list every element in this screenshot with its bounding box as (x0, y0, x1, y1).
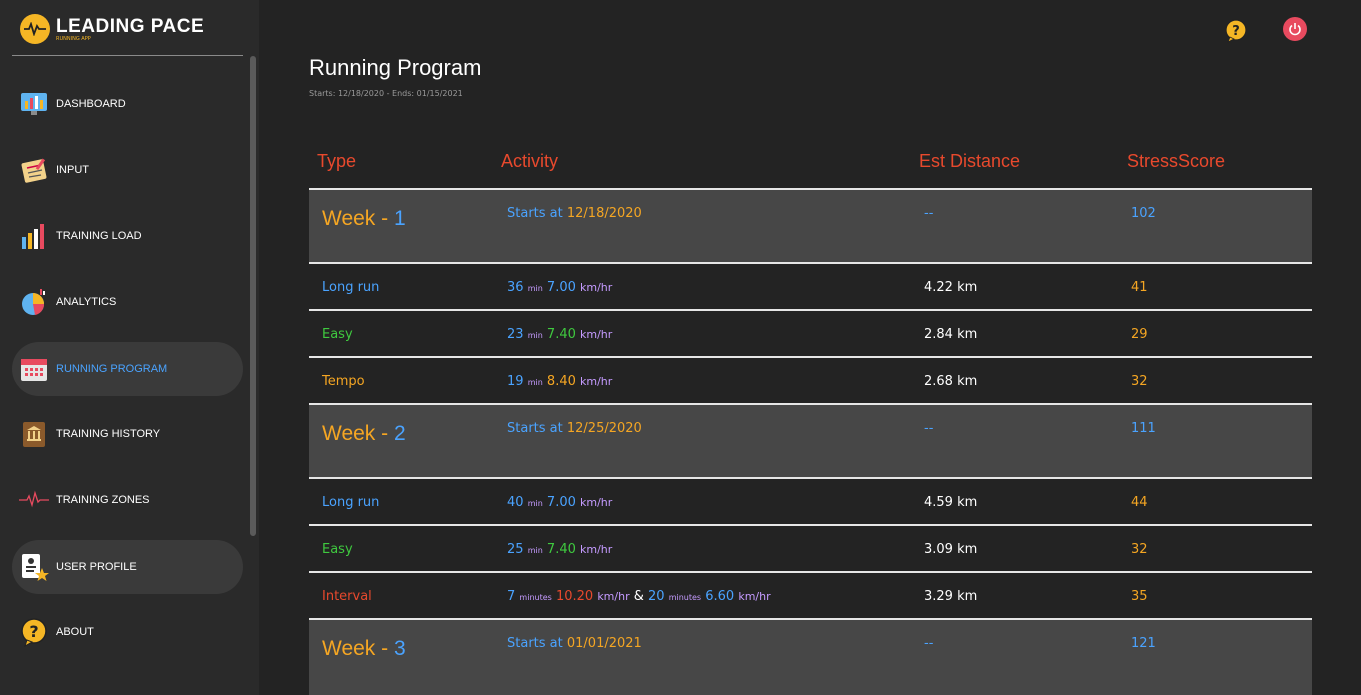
week-stress-score: 121 (1131, 636, 1156, 651)
user-profile-icon (19, 552, 49, 582)
week-distance: -- (924, 636, 934, 651)
week-row: Week - 1 Starts at 12/18/2020 -- 102 (309, 188, 1312, 262)
activity-detail: 7 minutes 10.20 km/hr & 20 minutes 6.60 … (507, 589, 771, 604)
svg-text:?: ? (29, 622, 38, 641)
activity-stress-score: 35 (1131, 589, 1148, 604)
nav-item-training-load[interactable]: TRAINING LOAD (12, 209, 243, 263)
week-title: Week - 3 (322, 637, 406, 660)
nav-label: TRAINING ZONES (56, 494, 150, 506)
nav-item-user-profile[interactable]: USER PROFILE (12, 540, 243, 594)
week-title: Week - 1 (322, 207, 406, 230)
heartbeat-logo-icon (20, 14, 50, 44)
heartbeat-icon (19, 485, 49, 515)
week-stress-score: 102 (1131, 206, 1156, 221)
activity-row: Long run 36 min 7.00 km/hr 4.22 km 41 (309, 262, 1312, 309)
svg-text:?: ? (1232, 24, 1240, 39)
activity-row: Long run 40 min 7.00 km/hr 4.59 km 44 (309, 477, 1312, 524)
page-subtitle: Starts: 12/18/2020 - Ends: 01/15/2021 (309, 89, 463, 98)
logo-divider (12, 55, 243, 56)
activity-detail: 19 min 8.40 km/hr (507, 374, 613, 389)
nav-item-about[interactable]: ? ABOUT (12, 605, 243, 659)
history-book-icon (19, 419, 49, 449)
activity-stress-score: 41 (1131, 280, 1148, 295)
activity-distance: 2.68 km (924, 374, 978, 389)
nav-item-analytics[interactable]: ANALYTICS (12, 275, 243, 329)
nav-label: ANALYTICS (56, 296, 117, 308)
week-distance: -- (924, 206, 934, 221)
column-header-est-distance: Est Distance (919, 151, 1021, 171)
help-icon[interactable]: ? (1224, 19, 1248, 43)
activity-type: Long run (322, 280, 380, 295)
activity-stress-score: 44 (1131, 495, 1148, 510)
nav-label: ABOUT (56, 626, 94, 638)
sidebar-scrollbar[interactable] (250, 56, 256, 536)
activity-row: Easy 25 min 7.40 km/hr 3.09 km 32 (309, 524, 1312, 571)
activity-stress-score: 32 (1131, 542, 1148, 557)
nav-item-input[interactable]: INPUT (12, 143, 243, 197)
activity-row: Easy 23 min 7.40 km/hr 2.84 km 29 (309, 309, 1312, 356)
activity-type: Tempo (322, 374, 365, 389)
app-logo[interactable]: LEADING PACE RUNNING APP (20, 14, 204, 44)
column-header-activity: Activity (501, 151, 559, 171)
page-title: Running Program (309, 55, 482, 80)
activity-stress-score: 29 (1131, 327, 1148, 342)
activity-distance: 4.22 km (924, 280, 978, 295)
dashboard-icon (19, 89, 49, 119)
pie-chart-icon (19, 287, 49, 317)
app-subtitle: RUNNING APP (56, 35, 91, 42)
activity-type: Interval (322, 589, 372, 604)
nav-label: DASHBOARD (56, 98, 126, 110)
activity-detail: 40 min 7.00 km/hr (507, 495, 613, 510)
activity-distance: 3.09 km (924, 542, 978, 557)
nav-label: RUNNING PROGRAM (56, 363, 168, 375)
week-stress-score: 111 (1131, 421, 1156, 436)
nav-item-dashboard[interactable]: DASHBOARD (12, 77, 243, 131)
question-icon: ? (19, 617, 49, 647)
activity-detail: 36 min 7.00 km/hr (507, 280, 613, 295)
activity-type: Easy (322, 327, 353, 342)
week-row: Week - 2 Starts at 12/25/2020 -- 111 (309, 403, 1312, 477)
week-title: Week - 2 (322, 422, 406, 445)
activity-type: Easy (322, 542, 353, 557)
nav-label: TRAINING LOAD (56, 230, 142, 242)
app-title: LEADING PACE (56, 15, 205, 37)
week-start: Starts at 12/18/2020 (507, 206, 642, 221)
activity-distance: 2.84 km (924, 327, 978, 342)
week-distance: -- (924, 421, 934, 436)
column-header-stress-score: StressScore (1127, 151, 1226, 171)
nav-label: TRAINING HISTORY (56, 428, 161, 440)
activity-stress-score: 32 (1131, 374, 1148, 389)
activity-distance: 3.29 km (924, 589, 978, 604)
week-row: Week - 3 Starts at 01/01/2021 -- 121 (309, 618, 1312, 695)
power-icon[interactable] (1283, 17, 1307, 41)
activity-row: Tempo 19 min 8.40 km/hr 2.68 km 32 (309, 356, 1312, 403)
activity-distance: 4.59 km (924, 495, 978, 510)
activity-row: Interval 7 minutes 10.20 km/hr & 20 minu… (309, 571, 1312, 618)
nav-item-training-history[interactable]: TRAINING HISTORY (12, 407, 243, 461)
bar-chart-icon (19, 221, 49, 251)
week-start: Starts at 01/01/2021 (507, 636, 642, 651)
notepad-icon (19, 155, 49, 185)
activity-detail: 25 min 7.40 km/hr (507, 542, 613, 557)
nav-label: INPUT (56, 164, 89, 176)
nav-label: USER PROFILE (56, 561, 137, 573)
activity-type: Long run (322, 495, 380, 510)
activity-detail: 23 min 7.40 km/hr (507, 327, 613, 342)
column-header-type: Type (317, 151, 357, 171)
sidebar: LEADING PACE RUNNING APP DASHBOARD INPUT… (0, 0, 259, 695)
nav-item-training-zones[interactable]: TRAINING ZONES (12, 473, 243, 527)
calendar-icon (19, 354, 49, 384)
week-start: Starts at 12/25/2020 (507, 421, 642, 436)
nav-item-running-program[interactable]: RUNNING PROGRAM (12, 342, 243, 396)
